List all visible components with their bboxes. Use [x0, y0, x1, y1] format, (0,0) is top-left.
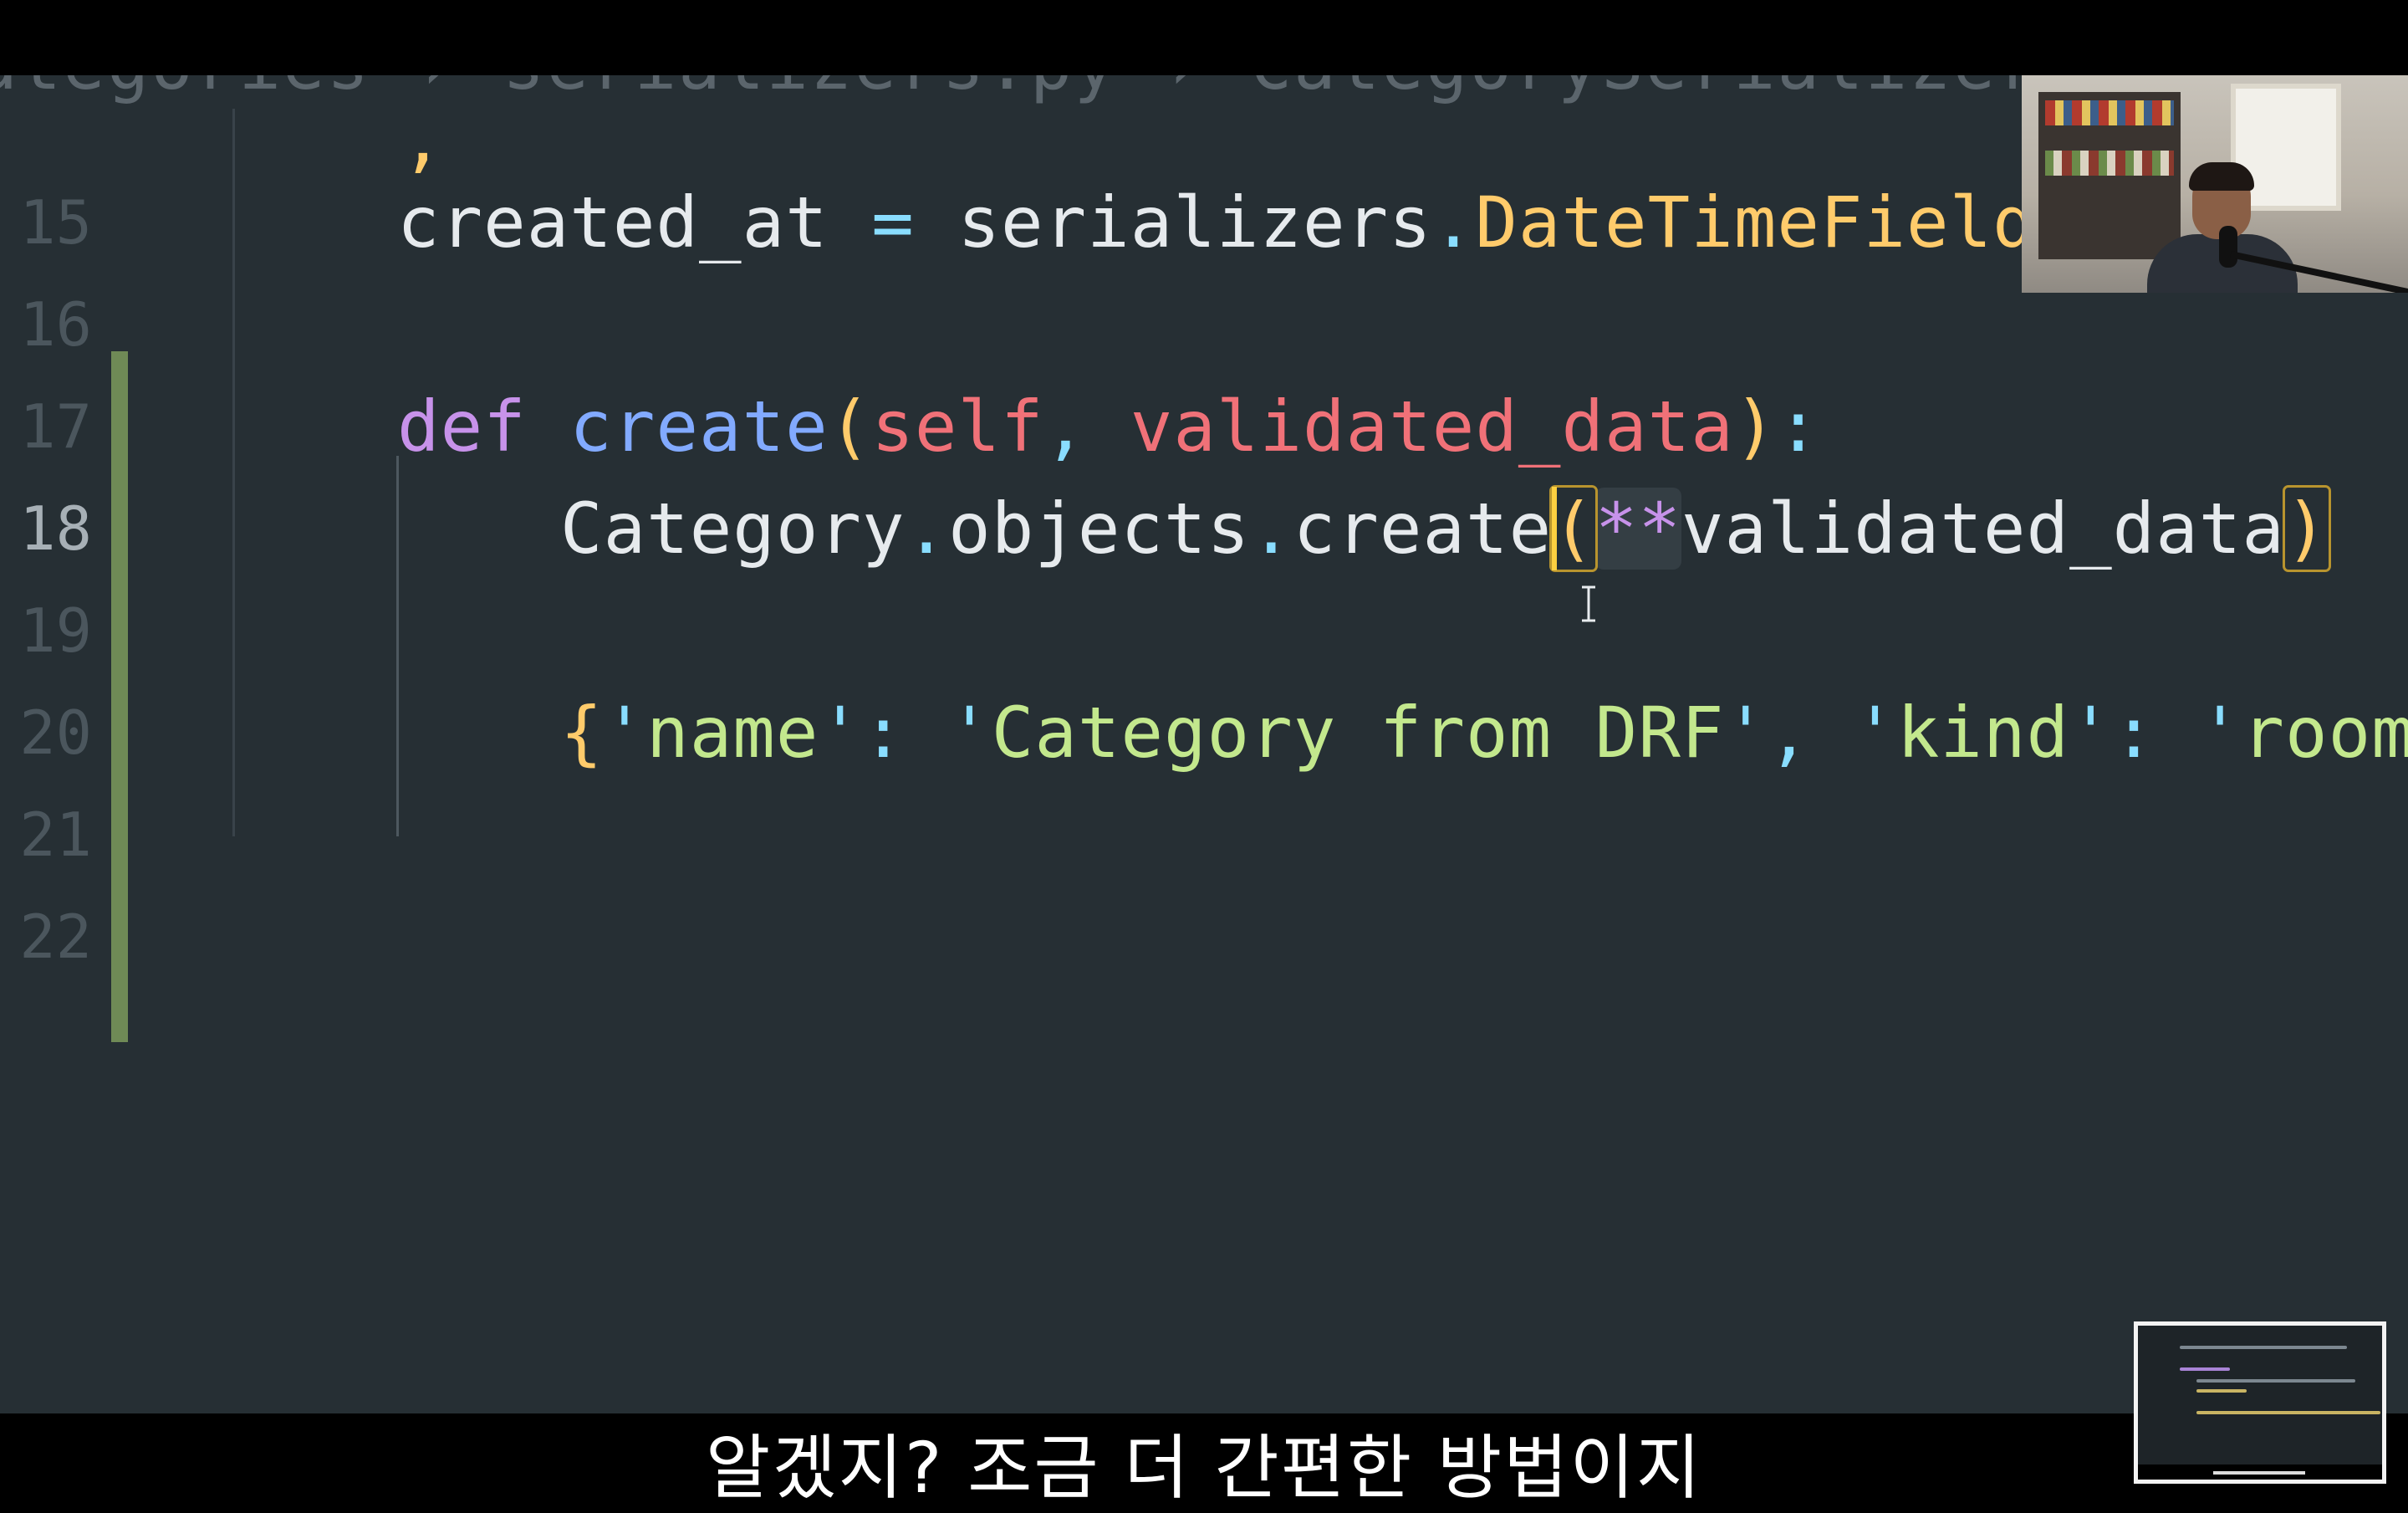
webcam-overlay: [2022, 75, 2408, 293]
code-line-17[interactable]: def create(self, validated_data):: [397, 376, 1820, 478]
git-modified-indicator: [111, 351, 128, 1042]
token-manager: objects: [948, 488, 1251, 570]
token-class: DateTimeField: [1475, 181, 2036, 263]
token-keyword: def: [397, 386, 527, 468]
video-frame: ategories › serializers.py › CategorySer…: [0, 0, 2408, 1509]
preview-thumbnail[interactable]: [2134, 1321, 2386, 1484]
code-line-20[interactable]: {'name': 'Category from DRF', 'kind': 'r…: [560, 682, 2408, 784]
token-dot: .: [905, 488, 949, 570]
token-quote: ': [948, 692, 992, 774]
code-line-18[interactable]: Category.objects.create(**validated_data…: [560, 478, 2331, 580]
token-model: Category: [560, 488, 906, 570]
token-method: create: [1293, 488, 1553, 570]
line-number: 19: [19, 595, 92, 666]
microphone-icon: [2219, 226, 2237, 268]
token-quote: ': [1854, 692, 1897, 774]
token-argument: validated_data: [1681, 488, 2285, 570]
token-quote: ': [1724, 692, 1768, 774]
code-line-15[interactable]: created_at = serializers.DateTimeField(r: [397, 171, 2122, 273]
line-number: 16: [19, 289, 92, 360]
token-paren-matched: ): [2282, 485, 2331, 572]
token-string-key: kind: [1896, 692, 2070, 774]
token-paren: ): [1733, 386, 1778, 468]
indent-guide: [232, 109, 235, 836]
line-number: 21: [19, 800, 92, 870]
line-number: 20: [19, 698, 92, 768]
token-paren: (: [828, 386, 872, 468]
line-number: 15: [19, 187, 92, 258]
token-variable: created_at: [397, 181, 829, 263]
token-parameter: validated_data: [1130, 386, 1734, 468]
line-number-active: 18: [19, 493, 92, 564]
token-module: serializers: [957, 181, 1432, 263]
token-string-value: rooms: [2242, 692, 2408, 774]
presenter: [2139, 162, 2408, 293]
token-paren-matched: (: [1549, 485, 1598, 572]
token-colon: :: [2112, 692, 2199, 774]
token-unpack-operator: **: [1594, 488, 1681, 570]
token-quote: ': [2198, 692, 2242, 774]
token-operator: =: [828, 181, 958, 263]
top-letterbox: [0, 0, 2408, 75]
token-quote: ': [603, 692, 647, 774]
token-comma: ,: [1043, 386, 1130, 468]
token-quote: ': [819, 692, 863, 774]
subtitle-caption: 알겠지? 조금 더 간편한 방법이지: [705, 1427, 1703, 1509]
token-string-value: Category from DRF: [991, 692, 1725, 774]
token-brace: {: [560, 692, 604, 774]
token-dot: .: [1431, 181, 1476, 263]
line-number: 22: [19, 902, 92, 972]
indent-guide-active: [396, 456, 399, 836]
token-colon: :: [1777, 386, 1820, 468]
token-dot: .: [1250, 488, 1293, 570]
token-quote: ': [2069, 692, 2113, 774]
token-parameter: self: [871, 386, 1044, 468]
line-number: 17: [19, 391, 92, 462]
token-function-name: create: [569, 386, 829, 468]
token-string-key: name: [646, 692, 819, 774]
token-colon: :: [862, 692, 949, 774]
ibeam-cursor-icon: [1582, 585, 1595, 622]
text-cursor: [1552, 487, 1558, 571]
token-comma: ,: [1768, 692, 1854, 774]
